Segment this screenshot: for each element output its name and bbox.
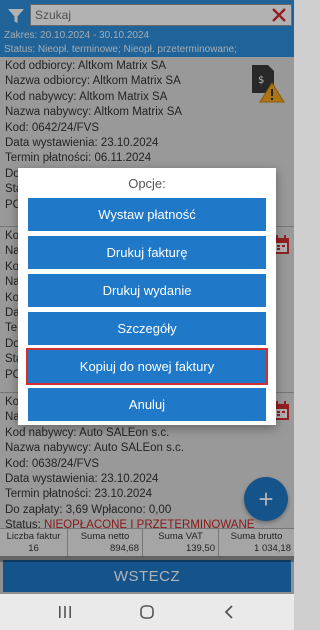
options-dialog: Opcje: Wystaw płatność Drukuj fakturę Dr… [18, 168, 276, 425]
back-nav-icon[interactable] [219, 602, 239, 622]
option-copy-to-new-invoice[interactable]: Kopiuj do nowej faktury [26, 348, 268, 385]
option-cancel[interactable]: Anuluj [28, 388, 266, 421]
option-details[interactable]: Szczegóły [28, 312, 266, 345]
dialog-title: Opcje: [128, 176, 166, 191]
option-issue-payment[interactable]: Wystaw płatność [28, 198, 266, 231]
modal-backdrop-bottom [0, 556, 294, 594]
option-print-release[interactable]: Drukuj wydanie [28, 274, 266, 307]
option-print-invoice[interactable]: Drukuj fakturę [28, 236, 266, 269]
system-nav-bar [0, 594, 294, 630]
home-icon[interactable] [137, 602, 157, 622]
recent-apps-icon[interactable] [55, 602, 75, 622]
